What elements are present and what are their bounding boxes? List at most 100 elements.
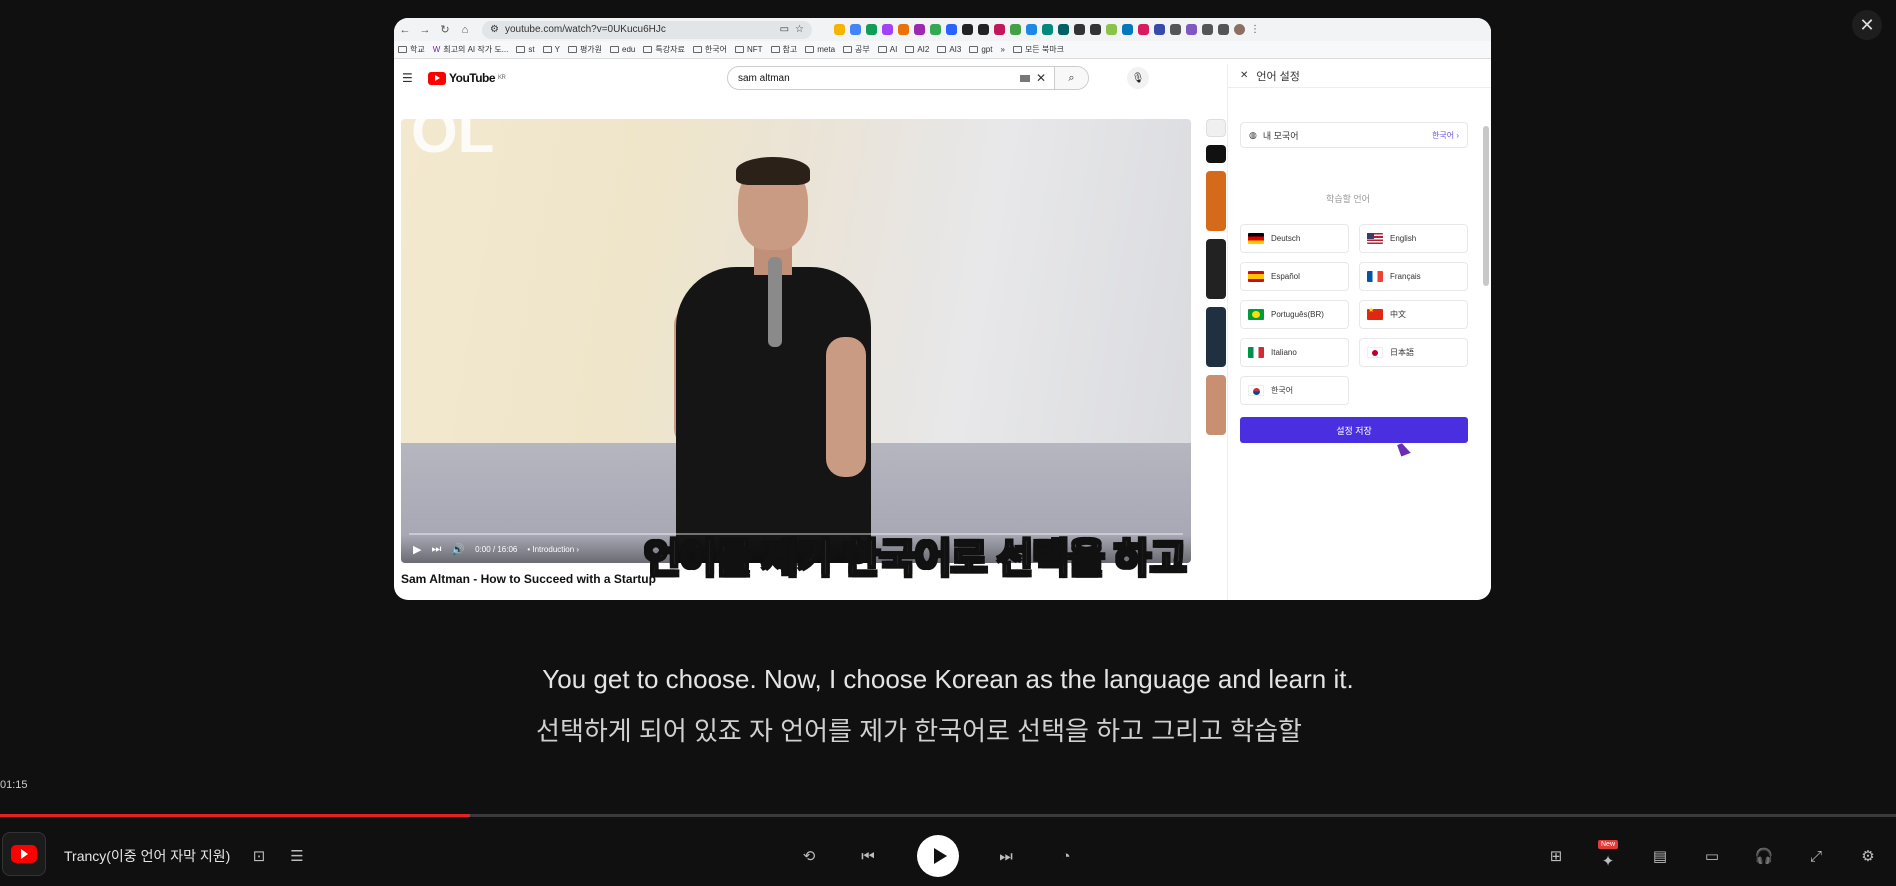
language-option-english[interactable]: English [1359, 224, 1468, 253]
thumbnail[interactable] [1206, 239, 1226, 299]
fullscreen-icon[interactable]: ⤢ [1803, 843, 1829, 869]
menu-kebab-icon[interactable]: ⋮ [1250, 24, 1260, 35]
search-icon[interactable]: ⌕ [1054, 67, 1088, 89]
bookmark-item[interactable]: 공부 [843, 44, 870, 55]
extension-icon[interactable] [898, 24, 909, 35]
close-window-button[interactable]: ✕ [1852, 10, 1882, 40]
bookmark-item[interactable]: AI2 [905, 45, 929, 54]
bookmark-item[interactable]: AI3 [937, 45, 961, 54]
language-option-portugues[interactable]: Português(BR) [1240, 300, 1349, 329]
search-input[interactable]: sam altman ✕ ⌕ [727, 66, 1089, 90]
bookmark-item[interactable]: 참고 [770, 44, 797, 55]
thumbnail[interactable] [1206, 145, 1226, 163]
bookmark-item[interactable]: edu [610, 45, 635, 54]
language-option-japanese[interactable]: 日本語 [1359, 338, 1468, 367]
bookmark-item[interactable]: gpt [969, 45, 992, 54]
hamburger-menu-icon[interactable]: ☰ [402, 71, 416, 85]
reload-icon[interactable]: ↻ [438, 23, 452, 36]
play-icon[interactable]: ▶ [413, 543, 421, 556]
bookmark-item[interactable]: NFT [734, 45, 763, 54]
previous-icon[interactable]: ⏮ [855, 843, 881, 869]
bookmark-add-icon[interactable]: ⊡ [246, 843, 272, 869]
caption-display-icon[interactable]: ▭ [1699, 843, 1725, 869]
extension-icon[interactable] [1138, 24, 1149, 35]
close-panel-icon[interactable]: ✕ [1240, 70, 1248, 81]
headphones-icon[interactable]: 🎧 [1751, 843, 1777, 869]
microphone-icon[interactable]: 🎙 [1127, 67, 1149, 89]
youtube-logo[interactable]: YouTube KR [428, 71, 506, 85]
extension-icon[interactable] [914, 24, 925, 35]
extension-icon[interactable] [834, 24, 845, 35]
bookmark-item[interactable]: 특강자료 [643, 44, 685, 55]
play-button[interactable] [917, 835, 959, 877]
video-player[interactable]: OL ▶ ⏭ 🔊 0:00 / 16:06 • Introduction › [401, 119, 1191, 563]
thumbnail[interactable] [1206, 119, 1226, 137]
thumbnail[interactable] [1206, 171, 1226, 231]
language-option-chinese[interactable]: 中文 [1359, 300, 1468, 329]
media-icon[interactable] [1218, 24, 1229, 35]
bookmark-star-icon[interactable]: ☆ [795, 24, 804, 35]
extension-icon[interactable] [1122, 24, 1133, 35]
subtitles-icon[interactable]: ▤ [1647, 843, 1673, 869]
extension-icon[interactable] [850, 24, 861, 35]
volume-icon[interactable]: 🔊 [451, 543, 465, 556]
extension-icon[interactable] [1106, 24, 1117, 35]
extension-icon[interactable] [1074, 24, 1085, 35]
extension-icon[interactable] [1026, 24, 1037, 35]
bookmark-item[interactable]: meta [805, 45, 835, 54]
bookmarks-overflow[interactable]: » [1000, 45, 1004, 54]
address-bar[interactable]: ⚙ youtube.com/watch?v=0UKucu6HJc ▭ ☆ [482, 20, 812, 39]
home-icon[interactable]: ⌂ [458, 24, 472, 36]
extension-icon[interactable] [994, 24, 1005, 35]
thumbnail[interactable] [1206, 375, 1226, 435]
next-icon[interactable]: ⏭ [431, 543, 441, 556]
repeat-icon[interactable]: ⟲ [796, 843, 822, 869]
extension-icon[interactable] [930, 24, 941, 35]
bookmark-item[interactable]: 한국어 [692, 44, 727, 55]
bookmark-item[interactable]: Y [542, 45, 560, 54]
language-option-deutsch[interactable]: Deutsch [1240, 224, 1349, 253]
ai-sparkle-icon[interactable]: ✦ [1595, 848, 1621, 874]
extension-icon[interactable] [1010, 24, 1021, 35]
profile-avatar[interactable] [1234, 24, 1245, 35]
language-settings-panel: ✕ 언어 설정 ◍ 내 모국어 한국어 › 학습할 언어 Deutsch Eng… [1227, 64, 1491, 600]
bookmark-item[interactable]: W 최고의 AI 작가 도... [433, 44, 509, 55]
extension-icon[interactable] [866, 24, 877, 35]
youtube-source-button[interactable] [2, 832, 46, 876]
all-bookmarks[interactable]: 모든 북마크 [1012, 44, 1064, 55]
screenshot-icon[interactable]: ⊞ [1543, 843, 1569, 869]
language-option-francais[interactable]: Français [1359, 262, 1468, 291]
bookmark-item[interactable]: AI [877, 45, 897, 54]
settings-icon[interactable]: ⚙ [1855, 843, 1881, 869]
puzzle-icon[interactable] [1202, 24, 1213, 35]
extension-icon[interactable] [946, 24, 957, 35]
extension-icon[interactable] [1154, 24, 1165, 35]
forward-icon[interactable]: → [418, 24, 432, 36]
language-option-espanol[interactable]: Español [1240, 262, 1349, 291]
extension-icon[interactable] [1042, 24, 1053, 35]
thumbnail[interactable] [1206, 307, 1226, 367]
back-icon[interactable]: ← [398, 24, 412, 36]
native-language-selector[interactable]: ◍ 내 모국어 한국어 › [1240, 122, 1468, 148]
speed-icon[interactable]: ◔ [1053, 843, 1079, 869]
language-option-korean[interactable]: 한국어 [1240, 376, 1349, 405]
save-settings-button[interactable]: 설정 저장 [1240, 417, 1468, 443]
extension-icon[interactable] [1186, 24, 1197, 35]
bookmark-item[interactable]: st [516, 45, 535, 54]
next-icon[interactable]: ⏭ [993, 843, 1019, 869]
extension-icon[interactable] [1170, 24, 1181, 35]
extension-icon[interactable] [1058, 24, 1069, 35]
extension-icon[interactable] [978, 24, 989, 35]
playback-progress-bar[interactable] [0, 814, 1896, 817]
language-option-italiano[interactable]: Italiano [1240, 338, 1349, 367]
bookmark-item[interactable]: 평가원 [567, 44, 602, 55]
playlist-icon[interactable]: ☰ [284, 843, 310, 869]
bookmark-item[interactable]: 학교 [398, 44, 425, 55]
clear-search-icon[interactable]: ✕ [1036, 71, 1046, 85]
extension-icon[interactable] [962, 24, 973, 35]
keyboard-icon[interactable] [1019, 74, 1030, 82]
extension-icon[interactable] [882, 24, 893, 35]
chapter-label[interactable]: • Introduction › [527, 545, 579, 554]
panel-scrollbar[interactable] [1483, 126, 1489, 286]
extension-icon[interactable] [1090, 24, 1101, 35]
